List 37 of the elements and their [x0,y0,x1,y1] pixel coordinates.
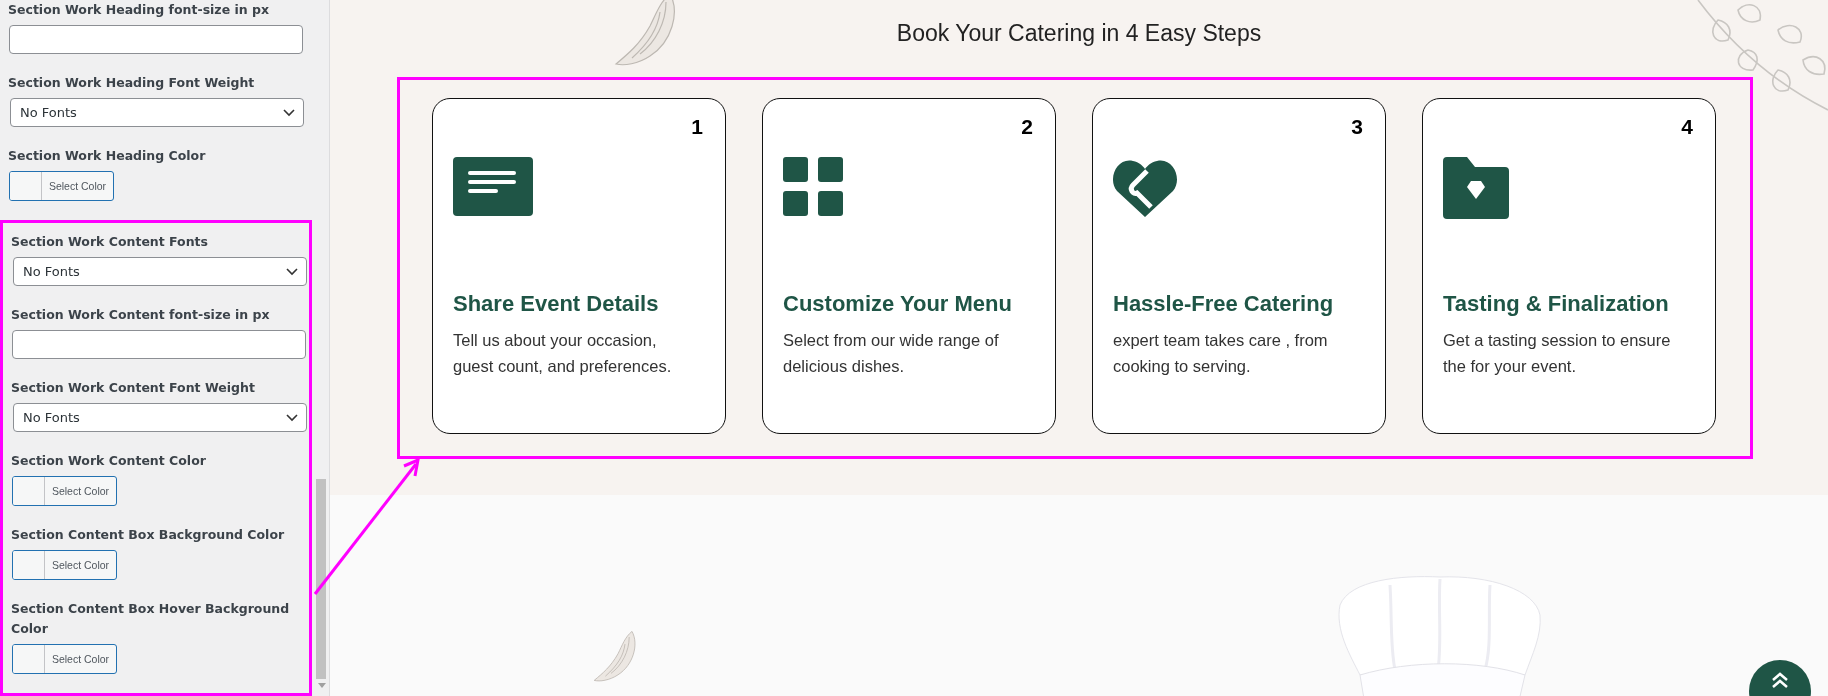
select-color-button[interactable]: Select Color [12,644,117,674]
font-select[interactable]: No Fonts [13,403,307,432]
font-select[interactable]: No Fonts [13,257,307,286]
field-label: Section Work Content Font Weight [11,379,256,397]
chevron-down-icon [283,108,295,117]
step-number: 2 [1021,115,1033,139]
select-color-button[interactable]: Select Color [12,550,117,580]
field-label: Section Work Content Color [11,452,207,470]
step-number: 3 [1351,115,1363,139]
section-heading: Book Your Catering in 4 Easy Steps [896,20,1262,47]
field-label: Section Content Box Background Color [11,526,286,544]
step-number: 1 [691,115,703,139]
chevron-down-icon [286,413,298,422]
step-description: Select from our wide range of delicious dishes. [783,330,1000,377]
field-label: Section Work Content Fonts [11,233,210,251]
field-label: Section Work Heading Font Weight [8,74,256,92]
select-color-button[interactable]: Select Color [9,171,114,201]
step-description: expert team takes care , from cooking to serving. [1113,330,1329,377]
step-number: 4 [1681,115,1693,139]
step-title: Share Event Details [453,291,660,317]
field-label: Section Content Box Hover Background Color [11,600,291,638]
field-label: Section Work Heading font-size in px [8,1,271,19]
text-input[interactable] [9,25,303,54]
text-input[interactable] [12,330,306,359]
message-card-icon [453,157,533,219]
font-select[interactable]: No Fonts [10,98,304,127]
step-description: Tell us about your occasion, guest count, and preferences. [453,330,673,377]
scrollbar-thumb[interactable] [316,479,326,679]
step-title: Tasting & Finalization [1443,291,1670,317]
step-title: Hassle-Free Catering [1113,291,1335,317]
step-description: Get a tasting session to ensure the for your event. [1443,330,1672,377]
field-label: Section Work Heading Color [8,147,207,165]
field-label: Section Work Content font-size in px [11,306,271,324]
chevron-down-icon [286,267,298,276]
chevrons-up-icon [1770,672,1790,688]
step-title: Customize Your Menu [783,291,1013,317]
select-color-button[interactable]: Select Color [12,476,117,506]
